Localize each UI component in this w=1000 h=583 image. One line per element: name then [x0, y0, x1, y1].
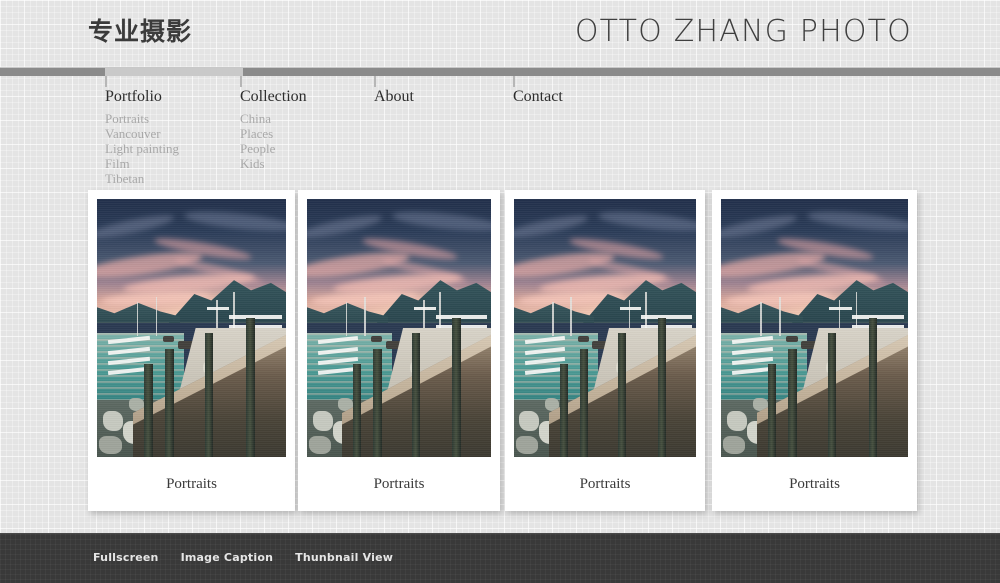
main-navigation: Portfolio Portraits Vancouver Light pain…: [0, 76, 1000, 186]
photo-post: [788, 348, 797, 457]
photo-post: [767, 364, 777, 457]
photo-thumbnail[interactable]: [97, 199, 286, 457]
photo-mast: [570, 297, 573, 336]
photo-boat: [577, 335, 589, 342]
nav-item-about[interactable]: About: [374, 89, 414, 105]
nav-divider-bar: [0, 67, 1000, 76]
photo-rock: [98, 436, 122, 455]
photo-post: [868, 317, 878, 457]
site-header: 专业摄影 OTTO ZHANG PHOTO: [0, 0, 1000, 67]
photo-caption: Portraits: [579, 476, 631, 492]
photo-card[interactable]: Portraits: [298, 190, 500, 511]
photo-mast: [136, 302, 139, 336]
nav-tick-icon: [374, 76, 376, 87]
photo-white-railing: [619, 307, 642, 311]
photo-post: [246, 317, 255, 457]
photo-card[interactable]: Portraits: [88, 190, 295, 511]
photo-post: [353, 364, 362, 457]
photo-white-railing: [413, 307, 436, 311]
footer-link-fullscreen[interactable]: Fullscreen: [93, 551, 159, 565]
nav-subitem-people[interactable]: People: [240, 141, 275, 156]
nav-tick-icon: [240, 76, 242, 87]
photo-caption: Portraits: [166, 476, 217, 492]
photo-post: [579, 348, 588, 457]
photo-mast: [778, 297, 781, 336]
site-footer: Fullscreen Image Caption Thunbnail View: [0, 533, 1000, 583]
nav-item-collection[interactable]: Collection: [240, 89, 307, 105]
photo-post: [452, 317, 461, 457]
nav-sublist-collection: China Places People Kids: [240, 111, 275, 171]
brand-logo-english[interactable]: OTTO ZHANG PHOTO: [575, 17, 912, 47]
nav-subitem-vancouver[interactable]: Vancouver: [105, 126, 179, 141]
photo-boat: [371, 335, 383, 342]
photo-card[interactable]: Portraits: [712, 190, 917, 511]
nav-subitem-china[interactable]: China: [240, 111, 275, 126]
nav-item-portfolio[interactable]: Portfolio: [105, 89, 162, 105]
nav-subitem-film[interactable]: Film: [105, 156, 179, 171]
photo-mast: [760, 302, 762, 336]
photo-rock: [515, 436, 538, 455]
nav-subitem-places[interactable]: Places: [240, 126, 275, 141]
nav-item-contact[interactable]: Contact: [513, 89, 563, 105]
photo-white-railing: [641, 315, 693, 319]
photo-thumbnail[interactable]: [514, 199, 696, 457]
photo-white-railing: [851, 315, 905, 319]
photo-gallery: Portraits Portraits Portraits Portraits: [0, 190, 1000, 511]
photo-white-railing: [229, 315, 283, 319]
photo-post: [657, 317, 666, 457]
photo-mast: [364, 297, 366, 336]
photo-rock: [519, 410, 540, 432]
photo-post: [559, 364, 568, 457]
nav-tick-icon: [105, 76, 107, 87]
photo-boat: [163, 335, 175, 342]
photo-thumbnail[interactable]: [307, 199, 491, 457]
photo-mast: [552, 302, 554, 336]
photo-white-railing: [829, 307, 852, 311]
nav-tick-icon: [513, 76, 515, 87]
footer-link-thumbnail-view[interactable]: Thunbnail View: [295, 551, 393, 565]
nav-subitem-portraits[interactable]: Portraits: [105, 111, 179, 126]
photo-post: [144, 364, 153, 457]
photo-boat: [786, 335, 798, 342]
footer-link-image-caption[interactable]: Image Caption: [181, 551, 274, 565]
photo-caption: Portraits: [373, 476, 425, 492]
photo-mast: [345, 302, 348, 336]
nav-subitem-tibetan[interactable]: Tibetan: [105, 171, 179, 186]
photo-mast: [155, 297, 158, 336]
photo-caption: Portraits: [789, 476, 840, 492]
photo-post: [827, 333, 836, 457]
photo-rock: [308, 436, 331, 455]
nav-sublist-portfolio: Portraits Vancouver Light painting Film …: [105, 111, 179, 186]
photo-thumbnail[interactable]: [721, 199, 908, 457]
photo-card[interactable]: Portraits: [505, 190, 705, 511]
photo-rock: [312, 410, 333, 432]
nav-subitem-light-painting[interactable]: Light painting: [105, 141, 179, 156]
photo-rock: [726, 410, 748, 432]
footer-toolbar: Fullscreen Image Caption Thunbnail View: [93, 551, 393, 565]
photo-post: [373, 348, 382, 457]
photo-post: [204, 333, 214, 457]
photo-post: [411, 333, 421, 457]
photo-post: [617, 333, 626, 457]
nav-active-segment: [105, 68, 243, 76]
photo-rock: [722, 436, 746, 455]
photo-white-railing: [206, 307, 230, 311]
photo-post: [165, 348, 174, 457]
brand-logo-chinese[interactable]: 专业摄影: [88, 19, 192, 44]
nav-subitem-kids[interactable]: Kids: [240, 156, 275, 171]
photo-white-railing: [435, 315, 488, 319]
photo-rock: [102, 410, 124, 432]
